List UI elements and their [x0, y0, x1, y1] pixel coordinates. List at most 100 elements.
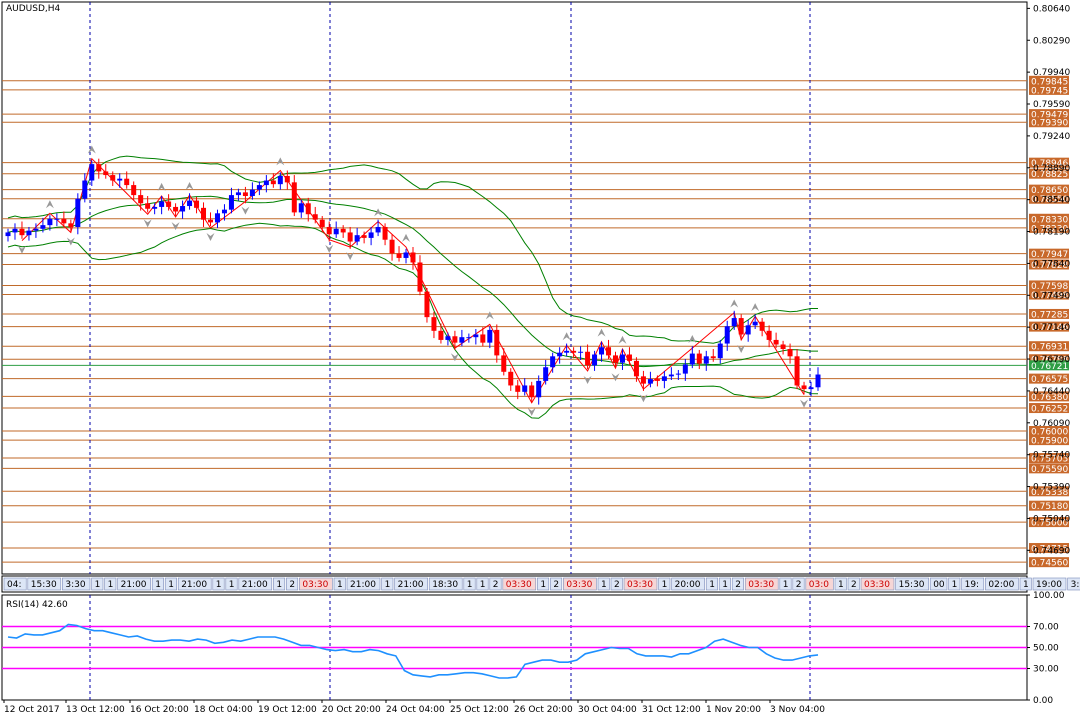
session-label: 3:30: [65, 580, 85, 590]
candle-body: [40, 225, 46, 229]
candle-body: [256, 185, 262, 190]
price-tick-label: 0.75740: [1033, 451, 1070, 461]
candle-body: [759, 321, 765, 331]
session-label: 02:00: [988, 580, 1014, 590]
fractal-up-arrow: [402, 233, 411, 242]
candle-body: [487, 329, 493, 343]
candle-body: [459, 337, 465, 343]
session-label: 2: [289, 580, 295, 590]
candle-body: [110, 175, 116, 181]
session-label: 18:30: [432, 580, 458, 590]
candle-body: [96, 164, 102, 172]
candle-body: [585, 351, 591, 366]
time-label: 26 Oct 20:00: [514, 705, 573, 715]
candle-body: [592, 354, 598, 366]
candle-body: [501, 355, 507, 372]
session-label: 15:30: [899, 580, 925, 590]
candle-body: [235, 192, 241, 196]
candle-body: [375, 226, 381, 233]
candle-body: [312, 214, 318, 220]
time-label: 1 Nov 20:00: [706, 705, 761, 715]
level-label: 0.77285: [1031, 310, 1068, 320]
candle-body: [389, 239, 395, 254]
candle-body: [263, 180, 269, 186]
candle-body: [208, 219, 213, 223]
rsi-line: [7, 623, 819, 679]
candle-body: [578, 351, 584, 353]
fractal-down-arrow: [171, 222, 180, 231]
time-label: 31 Oct 12:00: [642, 705, 701, 715]
chart-canvas[interactable]: 0.798450.797450.794790.793900.789460.788…: [0, 0, 1080, 720]
fractal-down-arrow: [450, 353, 459, 362]
price-tick-label: 0.77490: [1033, 291, 1070, 301]
candle-body: [82, 180, 88, 199]
session-label: 1: [467, 580, 473, 590]
session-label: 1: [540, 580, 546, 590]
session-label: 1: [952, 580, 958, 590]
session-label: 1: [95, 580, 101, 590]
candle-body: [794, 356, 800, 386]
candle-body: [221, 209, 227, 214]
session-label: 2: [493, 580, 499, 590]
candle-body: [89, 164, 95, 181]
level-label: 0.79745: [1031, 86, 1068, 96]
session-label: 1: [662, 580, 668, 590]
fractal-down-arrow: [639, 394, 648, 403]
session-label: 03:30: [864, 580, 890, 590]
candle-body: [480, 334, 486, 343]
candle-body: [333, 228, 339, 235]
candle-body: [675, 373, 681, 375]
session-label: 03:30: [627, 580, 653, 590]
fractal-down-arrow: [206, 232, 215, 241]
level-label: 0.75900: [1031, 437, 1068, 447]
fractal-up-arrow: [730, 299, 739, 308]
fractal-down-arrow: [241, 206, 250, 215]
candle-body: [152, 206, 158, 209]
session-label: 1: [480, 580, 486, 590]
candle-body: [738, 318, 744, 335]
candle-body: [75, 198, 81, 227]
candle-body: [564, 350, 570, 353]
candle-body: [752, 321, 758, 326]
price-tick-label: 0.80290: [1033, 36, 1070, 46]
candle-body: [731, 318, 737, 327]
chart-frame: [1, 1, 1028, 701]
candle-body: [745, 325, 751, 335]
price-tick-label: 0.78540: [1033, 196, 1070, 206]
candle-body: [368, 232, 374, 238]
candle-body: [68, 223, 74, 227]
candle-body: [452, 336, 458, 343]
candle-body: [228, 195, 234, 210]
candle-body: [47, 218, 53, 226]
time-label: 12 Oct 2017: [4, 705, 60, 715]
horizontal-levels: [2, 80, 1027, 563]
candle-body: [599, 347, 605, 355]
candle-body: [808, 387, 814, 390]
candle-body: [159, 201, 165, 207]
candle-body: [145, 203, 151, 209]
candle-body: [403, 252, 409, 258]
candle-body: [626, 354, 632, 361]
session-label: 03:30: [506, 580, 532, 590]
candle-body: [703, 356, 709, 364]
session-label: 1: [385, 580, 391, 590]
session-label: 03:30: [302, 580, 328, 590]
time-label: 3 Nov 04:00: [770, 705, 825, 715]
candle-body: [361, 235, 367, 238]
price-tick-label: 0.76090: [1033, 419, 1070, 429]
price-tick-label: 0.75040: [1033, 514, 1070, 524]
fractal-up-arrow: [751, 303, 760, 312]
fractal-arrows: [17, 145, 809, 416]
fractal-down-arrow: [325, 244, 334, 253]
candle-body: [515, 385, 521, 392]
session-label: 1: [722, 580, 728, 590]
candle-body: [319, 219, 325, 227]
candle-body: [773, 339, 779, 345]
candle-body: [214, 213, 220, 223]
candle-body: [815, 374, 821, 388]
session-label: 19:00: [1036, 580, 1062, 590]
session-label-strip: 04: 15:30 3:30 1 1 21:00 1 1 21:00 1 1 21:00 1 2 03:30…: [3, 577, 1080, 591]
session-label: 2: [614, 580, 620, 590]
candle-body: [284, 175, 290, 183]
candle-body: [5, 232, 11, 237]
